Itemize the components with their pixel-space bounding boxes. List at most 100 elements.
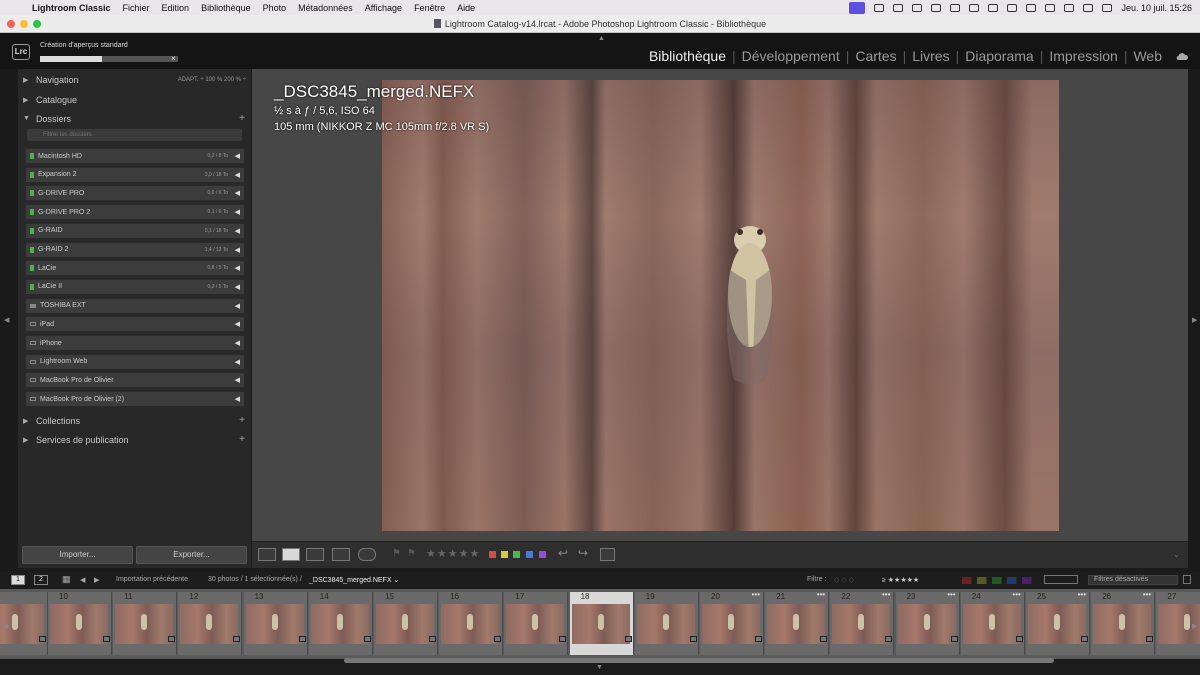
source-label[interactable]: Importation précédente [116,576,188,583]
panel-publish-services[interactable]: ▶ Services de publication + [23,431,248,448]
filter-preset-dropdown[interactable]: Filtres désactivés [1088,575,1178,585]
edit-badge-icon[interactable] [168,636,176,642]
tray-app-icon[interactable] [1045,3,1056,12]
volume-row[interactable]: LaCie II 0,2 / 5 To ◀ [25,278,245,295]
menu-metadonnees[interactable]: Métadonnées [298,3,353,13]
edit-badge-icon[interactable] [885,636,893,642]
edit-badge-icon[interactable] [298,636,306,642]
volume-row[interactable]: MacBook Pro de Olivier (2) ◀ [25,391,245,408]
people-view-button[interactable] [358,548,376,561]
volume-expand-icon[interactable]: ◀ [235,171,240,179]
tray-app-icon[interactable] [988,3,999,12]
volume-expand-icon[interactable]: ◀ [235,358,240,366]
filmstrip-thumbnail[interactable]: 21 ••• [765,590,830,655]
edit-badge-icon[interactable] [689,636,697,642]
volume-row[interactable]: G-DRIVE PRO 0,0 / 6 To ◀ [25,185,245,202]
loupe-view-button[interactable] [282,548,300,561]
thumbnail-menu-icon[interactable]: ••• [882,590,890,599]
filmstrip-thumbnail[interactable]: 14 [308,592,373,655]
flag-reject-icon[interactable]: ⚑ [407,548,416,559]
volume-row[interactable]: iPhone ◀ [25,335,245,351]
filmstrip-thumbnail[interactable]: 16 [439,592,504,655]
color-label-green[interactable] [513,551,520,558]
panel-collections[interactable]: ▶ Collections + [23,412,248,429]
thumbnail-menu-icon[interactable]: ••• [752,590,760,599]
filmstrip-thumbnail[interactable]: 19 [634,592,699,655]
forward-arrow-icon[interactable]: ▶ [94,576,99,584]
edit-badge-icon[interactable] [233,636,241,642]
tray-app-icon[interactable] [931,3,942,12]
volume-expand-icon[interactable]: ◀ [235,395,240,403]
back-arrow-icon[interactable]: ◀ [80,576,85,584]
panel-navigation[interactable]: ▶ Navigation ADAPT. ÷ 100 % 200 % ÷ [23,71,248,88]
menu-fichier[interactable]: Fichier [123,3,150,13]
edit-badge-icon[interactable] [820,636,828,642]
compare-view-button[interactable] [306,548,324,561]
volume-row[interactable]: G-DRIVE PRO 2 0,1 / 6 To ◀ [25,204,245,221]
flag-pick-icon[interactable]: ⚑ [392,548,401,559]
filmstrip-thumbnail[interactable]: 18 [569,592,634,655]
rating-filter[interactable]: ≥ ★★★★★ [882,576,919,584]
filmstrip-thumbnail[interactable]: 10 [48,592,112,655]
edit-badge-icon[interactable] [1081,636,1088,642]
volume-expand-icon[interactable]: ◀ [235,227,240,235]
edit-badge-icon[interactable] [1015,636,1023,642]
zoom-window-button[interactable] [33,20,41,28]
volume-expand-icon[interactable]: ◀ [235,339,240,347]
color-label-blue[interactable] [526,551,533,558]
cancel-task-button[interactable]: × [171,54,176,63]
edit-badge-icon[interactable] [559,636,567,642]
module-bibliotheque[interactable]: Bibliothèque [649,48,726,64]
volume-row[interactable]: LaCie 0,8 / 5 To ◀ [25,260,245,277]
color-filter-swatches[interactable] [962,577,1037,584]
filmstrip-left-icon[interactable]: ◀ [3,622,8,630]
second-screen-button[interactable]: 2 [34,575,48,585]
volume-row[interactable]: TOSHIBA EXT ◀ [25,297,245,314]
volume-expand-icon[interactable]: ◀ [235,376,240,384]
filmstrip-thumbnail[interactable]: 24 ••• [960,590,1025,655]
module-diaporama[interactable]: Diaporama [965,48,1033,64]
filmstrip-thumbnail[interactable]: 17 [504,592,569,655]
menu-photo[interactable]: Photo [263,3,287,13]
filmstrip-thumbnail[interactable]: 15 [374,592,438,655]
edit-badge-icon[interactable] [429,636,436,642]
wifi-icon[interactable] [1064,3,1075,12]
thumbnail-menu-icon[interactable]: ••• [1012,590,1020,599]
edit-badge-icon[interactable] [494,636,502,642]
color-label-red[interactable] [489,551,496,558]
volume-expand-icon[interactable]: ◀ [235,246,240,254]
filmstrip-thumbnail[interactable]: 13 [243,592,308,655]
grid-icon[interactable]: ▦ [62,574,71,585]
survey-view-button[interactable] [332,548,350,561]
collapse-top-icon[interactable]: ▲ [598,35,605,42]
volume-expand-icon[interactable]: ◀ [235,302,240,310]
main-screen-button[interactable]: 1 [11,575,25,585]
tray-app-icon[interactable] [969,3,980,12]
toolbar-options-chevron-icon[interactable]: ⌄ [1173,550,1180,559]
edit-badge-icon[interactable] [363,636,371,642]
panel-catalogue[interactable]: ▶ Catalogue [23,91,248,108]
selected-file-dropdown[interactable]: _DSC3845_merged.NEFX ⌄ [309,576,399,584]
panel-dossiers[interactable]: ▼ Dossiers + [23,110,248,127]
flag-filter-icons[interactable]: ◇ ◇ ◇ [834,576,854,584]
volume-row[interactable]: Macintosh HD 0,2 / 8 To ◀ [25,148,245,164]
zoom-options[interactable]: ADAPT. ÷ 100 % 200 % ÷ [178,77,246,83]
filmstrip-right-icon[interactable]: ▶ [1192,622,1197,630]
volume-row[interactable]: G-RAID 0,1 / 18 To ◀ [25,222,245,239]
minimize-window-button[interactable] [20,20,28,28]
tray-app-icon[interactable] [912,3,923,12]
color-label-yellow[interactable] [501,551,508,558]
edit-badge-icon[interactable] [755,636,762,642]
filmstrip-thumbnail[interactable]: 22 ••• [830,590,895,655]
export-button[interactable]: Exporter... [136,546,247,564]
tray-app-icon[interactable] [893,3,904,12]
cloud-sync-icon[interactable] [1176,51,1188,61]
edit-badge-icon[interactable] [624,636,632,642]
import-button[interactable]: Importer... [22,546,133,564]
module-web[interactable]: Web [1133,48,1162,64]
collapse-left-icon[interactable]: ◀ [4,316,9,324]
star-rating[interactable]: ★★★★★ [426,547,480,560]
menu-bibliotheque[interactable]: Bibliothèque [201,3,251,13]
volume-expand-icon[interactable]: ◀ [235,152,240,160]
filter-toggle[interactable] [1044,575,1078,584]
